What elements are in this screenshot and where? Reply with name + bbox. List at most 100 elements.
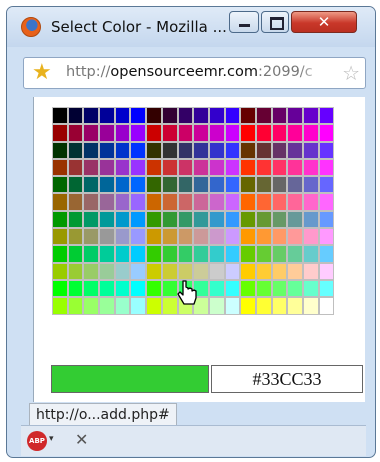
color-swatch[interactable]: [99, 193, 115, 211]
color-swatch[interactable]: [130, 210, 147, 229]
color-swatch[interactable]: [99, 228, 115, 246]
color-swatch[interactable]: [271, 279, 288, 298]
color-swatch[interactable]: [146, 210, 162, 229]
color-swatch[interactable]: [318, 193, 335, 211]
color-swatch[interactable]: [208, 297, 225, 315]
color-swatch[interactable]: [224, 262, 241, 280]
color-swatch[interactable]: [146, 124, 162, 142]
color-swatch[interactable]: [224, 124, 241, 142]
color-swatch[interactable]: [255, 141, 272, 159]
color-swatch[interactable]: [52, 228, 68, 246]
color-swatch[interactable]: [99, 158, 115, 177]
color-swatch[interactable]: [208, 141, 225, 159]
color-swatch[interactable]: [67, 210, 84, 229]
color-swatch[interactable]: [52, 279, 68, 298]
color-swatch[interactable]: [161, 124, 178, 142]
color-swatch[interactable]: [83, 124, 100, 142]
color-swatch[interactable]: [224, 297, 241, 315]
color-swatch[interactable]: [303, 245, 319, 263]
color-swatch[interactable]: [240, 262, 256, 280]
address-bar[interactable]: ★ http://opensourceemr.com:2099/c ☆: [23, 57, 366, 89]
color-swatch[interactable]: [271, 228, 288, 246]
color-swatch[interactable]: [255, 124, 272, 142]
color-swatch[interactable]: [287, 158, 303, 177]
color-swatch[interactable]: [161, 210, 178, 229]
color-swatch[interactable]: [130, 279, 147, 298]
color-swatch[interactable]: [240, 228, 256, 246]
color-swatch[interactable]: [193, 193, 209, 211]
color-swatch[interactable]: [177, 210, 194, 229]
color-swatch[interactable]: [130, 245, 147, 263]
color-swatch[interactable]: [52, 158, 68, 177]
color-swatch[interactable]: [255, 158, 272, 177]
color-swatch[interactable]: [114, 124, 131, 142]
color-swatch[interactable]: [130, 107, 147, 125]
color-swatch[interactable]: [303, 176, 319, 194]
adblock-menu-chevron-icon[interactable]: ▾: [49, 434, 54, 444]
color-swatch[interactable]: [224, 245, 241, 263]
close-button[interactable]: ✕: [291, 11, 357, 33]
color-swatch[interactable]: [224, 141, 241, 159]
color-swatch[interactable]: [208, 228, 225, 246]
color-swatch[interactable]: [67, 262, 84, 280]
color-swatch[interactable]: [161, 193, 178, 211]
color-swatch[interactable]: [161, 141, 178, 159]
color-swatch[interactable]: [161, 158, 178, 177]
color-swatch[interactable]: [130, 193, 147, 211]
color-swatch[interactable]: [83, 279, 100, 298]
color-swatch[interactable]: [287, 297, 303, 315]
color-swatch[interactable]: [208, 210, 225, 229]
color-swatch[interactable]: [271, 107, 288, 125]
color-swatch[interactable]: [52, 297, 68, 315]
color-swatch[interactable]: [99, 107, 115, 125]
color-swatch[interactable]: [130, 228, 147, 246]
color-swatch[interactable]: [303, 193, 319, 211]
color-swatch[interactable]: [52, 245, 68, 263]
color-swatch[interactable]: [271, 193, 288, 211]
color-swatch[interactable]: [67, 228, 84, 246]
color-swatch[interactable]: [130, 124, 147, 142]
color-swatch[interactable]: [303, 262, 319, 280]
color-swatch[interactable]: [161, 262, 178, 280]
color-swatch[interactable]: [208, 245, 225, 263]
color-swatch[interactable]: [99, 176, 115, 194]
hex-value-field[interactable]: #33CC33: [211, 365, 363, 393]
color-swatch[interactable]: [67, 176, 84, 194]
color-swatch[interactable]: [114, 193, 131, 211]
color-swatch[interactable]: [318, 141, 335, 159]
color-swatch[interactable]: [287, 210, 303, 229]
color-swatch[interactable]: [287, 262, 303, 280]
adblock-plus-icon[interactable]: ABP: [27, 431, 47, 451]
color-swatch[interactable]: [114, 228, 131, 246]
color-swatch[interactable]: [303, 210, 319, 229]
color-swatch[interactable]: [52, 141, 68, 159]
color-swatch[interactable]: [99, 245, 115, 263]
color-swatch[interactable]: [67, 279, 84, 298]
color-swatch[interactable]: [177, 228, 194, 246]
color-swatch[interactable]: [161, 176, 178, 194]
color-swatch[interactable]: [271, 141, 288, 159]
color-swatch[interactable]: [52, 262, 68, 280]
color-swatch[interactable]: [287, 193, 303, 211]
color-swatch[interactable]: [83, 262, 100, 280]
color-swatch[interactable]: [193, 158, 209, 177]
color-swatch[interactable]: [146, 297, 162, 315]
color-swatch[interactable]: [318, 158, 335, 177]
color-swatch[interactable]: [114, 279, 131, 298]
color-swatch[interactable]: [161, 228, 178, 246]
color-swatch[interactable]: [130, 262, 147, 280]
color-swatch[interactable]: [52, 193, 68, 211]
color-swatch[interactable]: [255, 210, 272, 229]
color-swatch[interactable]: [67, 245, 84, 263]
minimize-button[interactable]: [229, 11, 259, 33]
color-swatch[interactable]: [255, 279, 272, 298]
color-swatch[interactable]: [303, 279, 319, 298]
color-swatch[interactable]: [99, 141, 115, 159]
color-swatch[interactable]: [130, 176, 147, 194]
color-swatch[interactable]: [177, 141, 194, 159]
color-swatch[interactable]: [177, 176, 194, 194]
color-swatch[interactable]: [271, 245, 288, 263]
color-swatch[interactable]: [193, 228, 209, 246]
url-text[interactable]: http://opensourceemr.com:2099/c: [66, 64, 313, 80]
color-swatch[interactable]: [193, 262, 209, 280]
